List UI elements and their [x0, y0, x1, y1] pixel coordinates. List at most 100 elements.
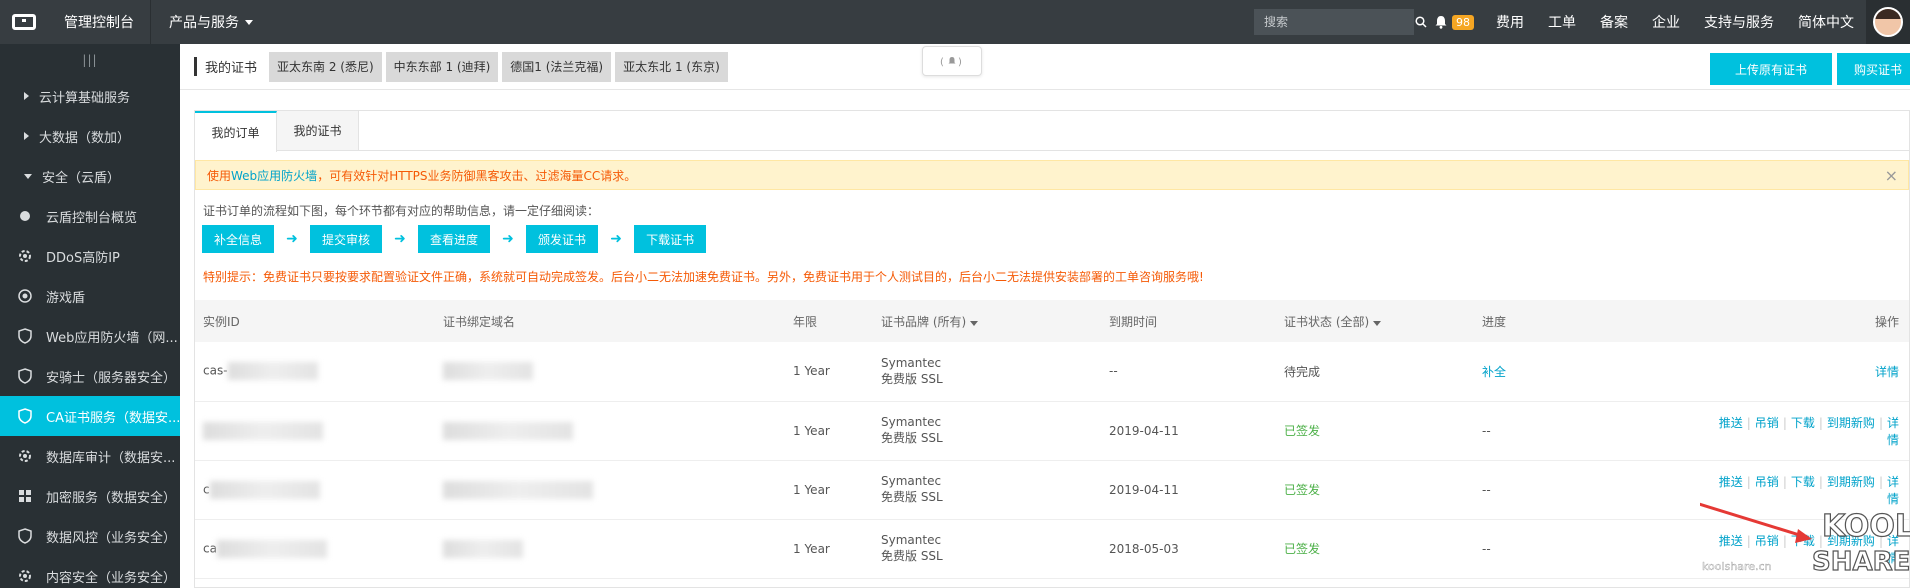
sidebar-item-label: 内容安全（业务安全）: [46, 570, 177, 586]
cell-expire: 2019-04-11: [1109, 482, 1179, 497]
action-revoke[interactable]: 吊销: [1755, 475, 1779, 489]
progress-link[interactable]: 补全: [1474, 342, 1704, 401]
sidebar-item-ca-cert[interactable]: CA证书服务（数据安...: [0, 396, 180, 436]
cell-status: 已签发: [1284, 483, 1321, 497]
top-link-tickets[interactable]: 工单: [1536, 0, 1588, 44]
sidebar: ||| 云计算基础服务 大数据（数加） 安全（云盾） 云盾控制台概览 DDoS高…: [0, 44, 180, 588]
bell-icon: (): [940, 57, 962, 67]
step-check-progress[interactable]: 查看进度: [418, 225, 491, 253]
action-renew[interactable]: 到期新购: [1827, 534, 1875, 548]
cell-status: 已签发: [1284, 542, 1321, 556]
page-title: 我的证书: [194, 57, 257, 76]
buy-cert-button[interactable]: 购买证书: [1837, 53, 1910, 85]
close-icon[interactable]: ×: [1885, 166, 1898, 185]
orders-panel: 我的订单 我的证书 使用 Web应用防火墙 ，可有效针对HTTPS业务防御黑客攻…: [194, 110, 1910, 588]
arrow-right-icon: ➜: [394, 231, 406, 247]
sidebar-item-label: Web应用防火墙（网...: [46, 330, 178, 346]
cell-expire: 2019-04-11: [1109, 423, 1179, 438]
sidebar-item-db-audit[interactable]: 数据库审计（数据安...: [0, 436, 180, 476]
tab-my-orders[interactable]: 我的订单: [195, 111, 277, 152]
action-renew[interactable]: 到期新购: [1827, 416, 1875, 430]
action-revoke[interactable]: 吊销: [1755, 416, 1779, 430]
gear-icon: [16, 447, 34, 465]
sidebar-item-overview[interactable]: 云盾控制台概览: [0, 196, 180, 236]
top-link-icp[interactable]: 备案: [1588, 0, 1640, 44]
action-renew[interactable]: 到期新购: [1827, 475, 1875, 489]
notifications[interactable]: 98: [1424, 0, 1484, 44]
cell-instance-id: c: [195, 460, 435, 519]
sidebar-item-ddos[interactable]: DDoS高防IP: [0, 236, 180, 276]
redacted-block: [209, 480, 320, 499]
region-tab-dubai[interactable]: 中东东部 1 (迪拜): [385, 51, 499, 82]
sidebar-group-cloud[interactable]: 云计算基础服务: [0, 76, 180, 116]
sidebar-item-content-security[interactable]: 内容安全（业务安全）: [0, 556, 180, 588]
step-complete-info[interactable]: 补全信息: [202, 225, 275, 253]
brand-name: Symantec: [881, 474, 942, 488]
dot-icon: [16, 207, 34, 225]
sidebar-item-encryption[interactable]: 加密服务（数据安全）: [0, 476, 180, 516]
tab-my-certs[interactable]: 我的证书: [277, 111, 359, 150]
region-tab-frankfurt[interactable]: 德国1 (法兰克福): [502, 51, 612, 82]
action-revoke[interactable]: 吊销: [1755, 534, 1779, 548]
arrow-right-icon: ➜: [610, 231, 622, 247]
notification-badge: 98: [1452, 14, 1474, 30]
chevron-down-icon: [24, 173, 32, 179]
sidebar-item-game-shield[interactable]: 游戏盾: [0, 276, 180, 316]
top-link-enterprise[interactable]: 企业: [1640, 0, 1692, 44]
sidebar-group-security[interactable]: 安全（云盾）: [0, 156, 180, 196]
col-instance-id: 实例ID: [203, 314, 240, 329]
cell-brand: Symantec 免费版 SSL: [873, 401, 1101, 460]
top-link-language[interactable]: 简体中文: [1786, 0, 1866, 44]
action-push[interactable]: 推送: [1719, 534, 1743, 548]
col-status-filter[interactable]: 证书状态 (全部): [1276, 300, 1474, 342]
sidebar-item-label: 安骑士（服务器安全）: [46, 370, 177, 386]
step-download-cert[interactable]: 下载证书: [634, 225, 707, 253]
action-push[interactable]: 推送: [1719, 416, 1743, 430]
cell-actions: 推送 | 吊销 | 下载 | 到期新购 | 详情: [1718, 415, 1899, 447]
sidebar-collapse-handle[interactable]: |||: [0, 44, 180, 76]
col-progress: 进度: [1482, 314, 1507, 329]
action-download[interactable]: 下载: [1791, 475, 1815, 489]
sidebar-group-bigdata[interactable]: 大数据（数加）: [0, 116, 180, 156]
sidebar-item-label: CA证书服务（数据安...: [46, 410, 180, 426]
shield-icon: [16, 367, 34, 385]
region-tab-sydney[interactable]: 亚太东南 2 (悉尼): [269, 51, 382, 82]
step-issue-cert[interactable]: 颁发证书: [526, 225, 599, 253]
eye-icon: [16, 287, 34, 305]
waf-link[interactable]: Web应用防火墙: [231, 167, 317, 184]
action-details[interactable]: 详情: [1887, 416, 1899, 447]
flow-steps: 补全信息 ➜ 提交审核 ➜ 查看进度 ➜ 颁发证书 ➜ 下载证书: [195, 222, 1909, 256]
step-submit-review[interactable]: 提交审核: [310, 225, 383, 253]
header-bar: 我的证书 亚太东南 2 (悉尼) 中东东部 1 (迪拜) 德国1 (法兰克福) …: [180, 44, 1910, 90]
notification-toggle[interactable]: (): [922, 46, 982, 76]
action-push[interactable]: 推送: [1719, 475, 1743, 489]
grid-icon: [16, 487, 34, 505]
search-input[interactable]: [1254, 9, 1414, 35]
upload-cert-button[interactable]: 上传原有证书: [1710, 53, 1832, 85]
products-menu[interactable]: 产品与服务: [151, 0, 271, 44]
table-row: cas- 1 Year Symantec 免费版 SSL -- 待完成 补全 详情: [195, 342, 1909, 401]
action-download[interactable]: 下载: [1791, 534, 1815, 548]
console-link[interactable]: 管理控制台: [48, 0, 151, 44]
sidebar-item-waf[interactable]: Web应用防火墙（网...: [0, 316, 180, 356]
top-link-fees[interactable]: 费用: [1484, 0, 1536, 44]
cell-domain: [435, 342, 785, 401]
region-tab-tokyo[interactable]: 亚太东北 1 (东京): [615, 51, 728, 82]
avatar[interactable]: [1866, 0, 1910, 44]
sidebar-item-label: DDoS高防IP: [46, 250, 120, 266]
action-details[interactable]: 详情: [1887, 534, 1899, 565]
aliyun-logo-icon[interactable]: [0, 0, 48, 44]
cell-years: 1 Year: [793, 364, 830, 379]
action-details[interactable]: 详情: [1887, 475, 1899, 506]
col-brand-label: 证书品牌 (所有): [881, 314, 967, 329]
col-expire: 到期时间: [1109, 314, 1158, 329]
top-link-support[interactable]: 支持与服务: [1692, 0, 1786, 44]
action-details[interactable]: 详情: [1875, 365, 1899, 379]
col-brand-filter[interactable]: 证书品牌 (所有): [873, 300, 1101, 342]
bell-icon: [1435, 16, 1447, 29]
action-download[interactable]: 下载: [1791, 416, 1815, 430]
cell-actions: 推送 | 吊销 | 下载 | 到期新购 | 详情: [1718, 474, 1899, 506]
sidebar-item-aegis[interactable]: 安骑士（服务器安全）: [0, 356, 180, 396]
cell-progress: --: [1482, 482, 1491, 497]
sidebar-item-risk-control[interactable]: 数据风控（业务安全）: [0, 516, 180, 556]
